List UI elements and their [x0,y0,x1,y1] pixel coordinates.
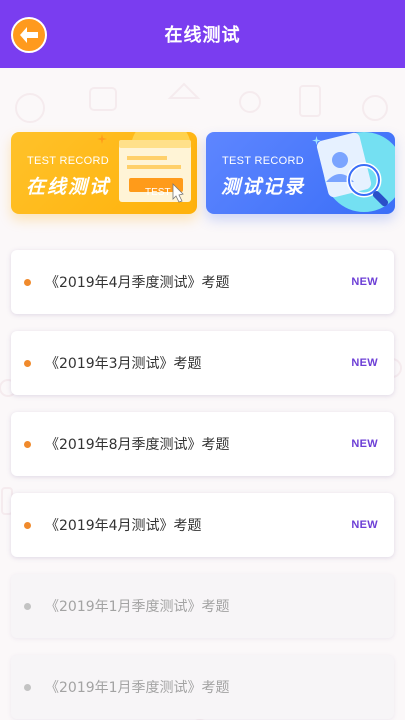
back-arrow-icon [20,27,38,43]
new-badge: NEW [351,276,378,288]
test-title: 《2019年1月季度测试》考题 [45,599,230,615]
test-item-5[interactable]: 《2019年1月季度测试》考题 [11,574,394,638]
new-badge: NEW [351,357,378,369]
test-record-card[interactable]: TEST RECORD 测试记录 [206,132,395,214]
test-item-4[interactable]: 《2019年4月测试》考题 NEW [11,493,394,557]
online-test-card-subtitle: TEST RECORD [27,155,109,167]
new-badge: NEW [351,519,378,531]
sparkle-icon [97,134,107,144]
test-title: 《2019年4月测试》考题 [45,518,202,534]
bullet-dot [24,359,31,367]
bullet-dot [24,440,31,448]
bullet-dot [24,521,31,529]
test-title: 《2019年3月测试》考题 [45,356,202,372]
test-record-card-subtitle: TEST RECORD [222,155,304,167]
test-title: 《2019年1月季度测试》考题 [45,680,230,696]
test-record-card-title: 测试记录 [221,176,306,198]
test-item-3[interactable]: 《2019年8月季度测试》考题 NEW [11,412,394,476]
page-title: 在线测试 [164,25,241,46]
online-test-card-title: 在线测试 [26,176,111,198]
top-bar: 在线测试 [0,0,405,68]
sparkle-icon [312,136,321,145]
new-badge: NEW [351,438,378,450]
entry-cards: TEST RECORD 在线测试 TEST TEST RECORD 测试记录 [11,122,395,215]
test-item-6[interactable]: 《2019年1月季度测试》考题 [11,655,394,719]
bullet-dot [24,683,31,691]
test-item-1[interactable]: 《2019年4月季度测试》考题 NEW [11,250,394,314]
bullet-dot [24,278,31,286]
test-title: 《2019年4月季度测试》考题 [45,275,230,291]
bullet-dot [24,602,31,610]
online-test-card-button-label: TEST [145,187,171,198]
back-button[interactable] [11,17,47,53]
test-title: 《2019年8月季度测试》考题 [45,437,230,453]
test-item-2[interactable]: 《2019年3月测试》考题 NEW [11,331,394,395]
online-test-card[interactable]: TEST RECORD 在线测试 TEST [11,132,197,214]
test-paper-illustration [119,132,191,203]
